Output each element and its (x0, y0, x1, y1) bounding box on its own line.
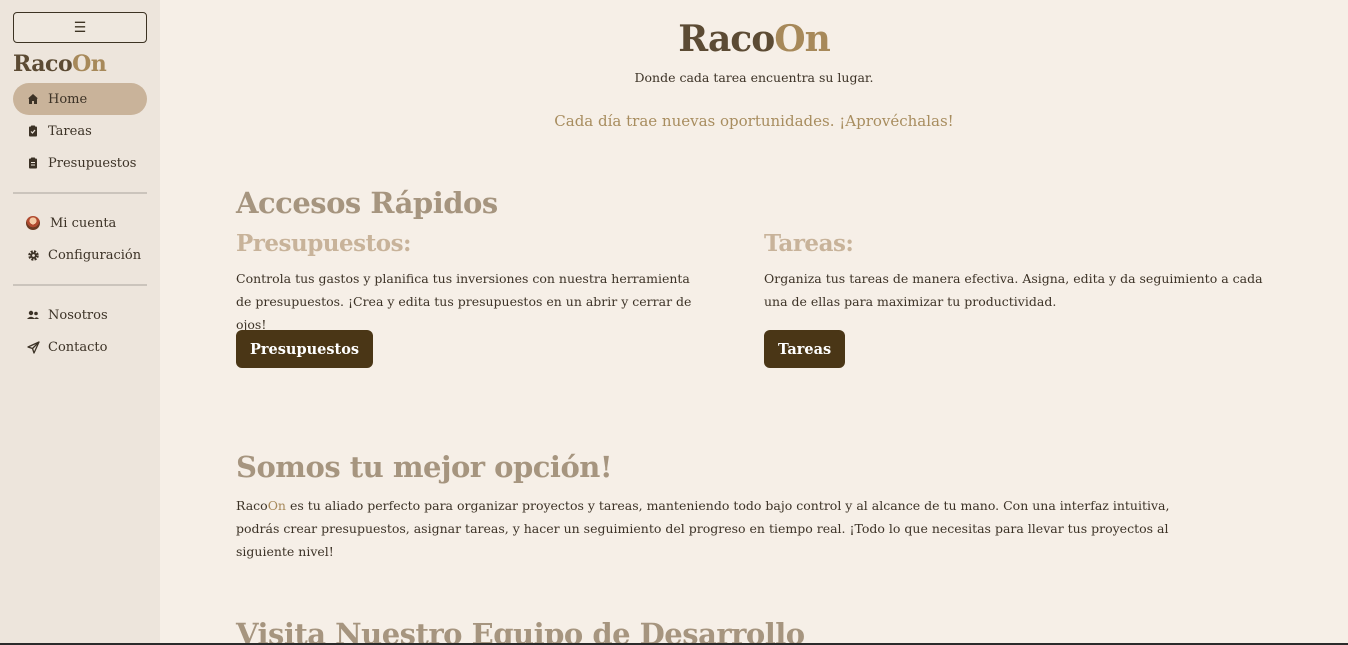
brand-part-2: On (72, 51, 107, 77)
card-tareas-text: Organiza tus tareas de manera efectiva. … (764, 271, 1263, 309)
best-option-title: Somos tu mejor opción! (236, 450, 613, 484)
team-title: Visita Nuestro Equipo de Desarrollo (236, 617, 805, 645)
avatar (26, 216, 40, 230)
sidebar-item-label: Contacto (48, 339, 108, 355)
sidebar-item-presupuestos[interactable]: Presupuestos (13, 147, 147, 179)
clipboard-icon (26, 124, 40, 138)
card-presupuestos-text: Controla tus gastos y planifica tus inve… (236, 271, 692, 332)
sidebar-item-contacto[interactable]: Contacto (13, 331, 147, 363)
presupuestos-button[interactable]: Presupuestos (236, 330, 374, 368)
sidebar-brand-logo[interactable]: RacoOn (13, 51, 147, 77)
brand-part-1: Raco (13, 51, 73, 77)
sidebar: ☰ RacoOn Home Tareas Presupuestos Mi cue… (0, 0, 160, 645)
sidebar-item-tareas[interactable]: Tareas (13, 115, 147, 147)
gear-icon (26, 248, 40, 262)
paper-plane-icon (26, 340, 40, 354)
sidebar-divider (13, 284, 147, 286)
sidebar-item-home[interactable]: Home (13, 83, 147, 115)
card-presupuestos-title: Presupuestos: (236, 230, 412, 257)
sidebar-item-mi-cuenta[interactable]: Mi cuenta (13, 207, 147, 239)
hero-tagline: Cada día trae nuevas oportunidades. ¡Apr… (554, 112, 954, 130)
tareas-button[interactable]: Tareas (764, 330, 846, 368)
sidebar-item-label: Presupuestos (48, 155, 137, 171)
users-icon (26, 308, 40, 322)
sidebar-item-label: Nosotros (48, 307, 108, 323)
home-icon (26, 92, 40, 106)
hero-title-part-1: Raco (678, 18, 775, 60)
brand-inline-part-1: Raco (236, 498, 268, 513)
nav-account: Mi cuenta Configuración (13, 207, 147, 271)
sidebar-item-configuracion[interactable]: Configuración (13, 239, 147, 271)
sidebar-item-label: Home (48, 91, 88, 107)
menu-toggle-button[interactable]: ☰ (13, 12, 147, 43)
quick-access-title: Accesos Rápidos (236, 186, 498, 220)
nav-main: Home Tareas Presupuestos (13, 83, 147, 179)
best-option-body: es tu aliado perfecto para organizar pro… (236, 498, 1170, 559)
card-tareas-title: Tareas: (764, 230, 854, 257)
sidebar-item-label: Configuración (48, 247, 142, 263)
hero-title-part-2: On (774, 18, 831, 60)
main-content: RacoOn Donde cada tarea encuentra su lug… (160, 0, 1348, 645)
sidebar-divider (13, 192, 147, 194)
sidebar-item-label: Mi cuenta (50, 215, 117, 231)
hero-title: RacoOn (160, 18, 1348, 60)
sidebar-item-label: Tareas (48, 123, 92, 139)
clipboard-icon (26, 156, 40, 170)
app-root: ☰ RacoOn Home Tareas Presupuestos Mi cue… (0, 0, 1348, 645)
sidebar-item-nosotros[interactable]: Nosotros (13, 299, 147, 331)
hero-subtitle: Donde cada tarea encuentra su lugar. (634, 70, 874, 85)
best-option-text: RacoOn es tu aliado perfecto para organi… (236, 494, 1216, 563)
nav-info: Nosotros Contacto (13, 299, 147, 363)
brand-inline-part-2: On (267, 498, 286, 513)
